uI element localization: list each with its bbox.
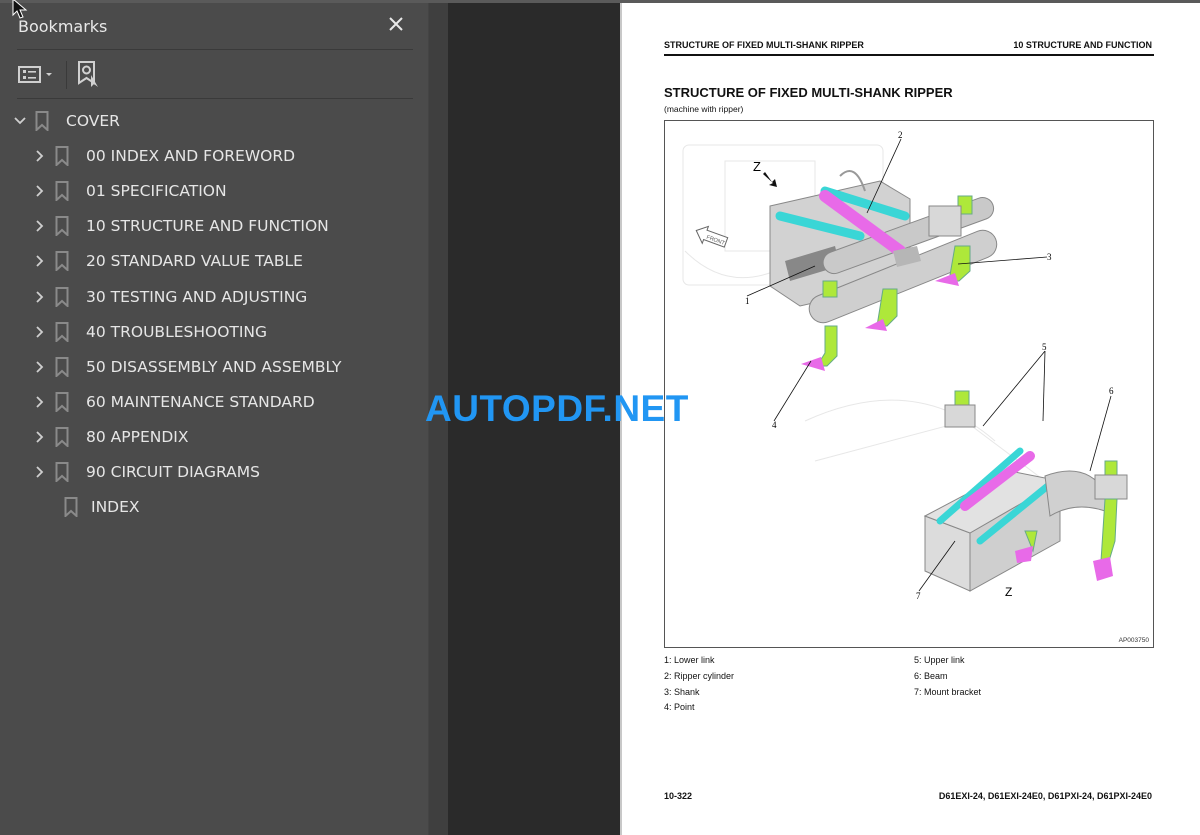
bookmark-item[interactable]: 20 STANDARD VALUE TABLE bbox=[33, 247, 303, 275]
close-panel-button[interactable] bbox=[386, 16, 406, 36]
divider bbox=[17, 98, 413, 99]
bookmark-icon bbox=[55, 321, 69, 343]
bookmark-label: 00 INDEX AND FOREWORD bbox=[86, 147, 296, 166]
callout-2: 2 bbox=[898, 130, 903, 140]
ripper-illustration: Z FRONT 1 2 3 4 5 6 7 Z bbox=[682, 130, 1128, 601]
bookmark-icon bbox=[55, 286, 69, 308]
bookmark-item[interactable]: 50 DISASSEMBLY AND ASSEMBLY bbox=[33, 353, 342, 381]
pdf-page: STRUCTURE OF FIXED MULTI-SHANK RIPPER 10… bbox=[620, 3, 1200, 835]
expander-placeholder bbox=[42, 500, 56, 514]
chevron-right-icon[interactable] bbox=[33, 219, 47, 233]
bookmark-item[interactable]: 80 APPENDIX bbox=[33, 423, 188, 451]
bookmark-icon bbox=[55, 216, 69, 238]
lower-ripper-assembly bbox=[923, 390, 1128, 592]
callout-1: 1 bbox=[745, 296, 750, 306]
bookmark-icon bbox=[55, 146, 69, 168]
page-subtitle: (machine with ripper) bbox=[664, 104, 744, 114]
legend-item: 7: Mount bracket bbox=[914, 686, 982, 697]
callout-3: 3 bbox=[1047, 252, 1052, 262]
bookmark-label: INDEX bbox=[91, 498, 140, 517]
divider bbox=[17, 49, 413, 50]
page-title: STRUCTURE OF FIXED MULTI-SHANK RIPPER bbox=[664, 85, 953, 100]
chevron-right-icon[interactable] bbox=[33, 430, 47, 444]
chevron-right-icon[interactable] bbox=[33, 254, 47, 268]
chevron-right-icon[interactable] bbox=[33, 360, 47, 374]
bookmark-icon bbox=[55, 391, 69, 414]
ripper-diagram: Z FRONT 1 2 3 4 5 6 7 Z AP003750 bbox=[664, 120, 1154, 648]
bookmark-item[interactable]: INDEX bbox=[42, 493, 140, 521]
bookmark-icon bbox=[55, 251, 69, 273]
legend-item: 6: Beam bbox=[914, 670, 948, 681]
bookmark-label: 30 TESTING AND ADJUSTING bbox=[86, 287, 308, 306]
figure-id: AP003750 bbox=[1118, 637, 1149, 644]
bookmark-label: 90 CIRCUIT DIAGRAMS bbox=[86, 463, 260, 481]
bookmark-label: COVER bbox=[66, 112, 120, 130]
chevron-right-icon[interactable] bbox=[33, 149, 47, 163]
bookmark-label: 10 STRUCTURE AND FUNCTION bbox=[86, 217, 329, 236]
bookmark-label: 20 STANDARD VALUE TABLE bbox=[86, 252, 303, 271]
bookmark-item[interactable]: 60 MAINTENANCE STANDARD bbox=[33, 388, 315, 416]
bookmark-item[interactable]: 90 CIRCUIT DIAGRAMS bbox=[33, 458, 260, 486]
callout-7: 7 bbox=[916, 591, 921, 601]
bookmark-icon bbox=[55, 181, 69, 203]
bookmark-item[interactable]: 00 INDEX AND FOREWORD bbox=[33, 142, 295, 170]
legend-item: 4: Point bbox=[664, 702, 695, 713]
chevron-right-icon[interactable] bbox=[33, 325, 47, 339]
chevron-right-icon[interactable] bbox=[33, 465, 47, 479]
toolbar-separator bbox=[66, 61, 67, 89]
legend-item: 1: Lower link bbox=[664, 655, 715, 665]
bookmark-icon bbox=[64, 497, 78, 519]
options-menu-button[interactable] bbox=[18, 61, 58, 89]
bookmark-icon bbox=[55, 426, 69, 449]
chevron-right-icon[interactable] bbox=[33, 184, 47, 198]
model-list: D61EXI-24, D61EXI-24E0, D61PXI-24, D61PX… bbox=[938, 791, 1152, 801]
bookmark-item[interactable]: 40 TROUBLESHOOTING bbox=[33, 318, 267, 346]
bookmark-icon bbox=[55, 462, 69, 484]
callout-6: 6 bbox=[1109, 386, 1114, 396]
bookmark-item[interactable]: COVER bbox=[13, 107, 120, 135]
bookmark-label: 60 MAINTENANCE STANDARD bbox=[86, 392, 315, 411]
panel-title: Bookmarks bbox=[18, 17, 108, 36]
legend-item: 3: Shank bbox=[664, 686, 700, 697]
bookmark-item[interactable]: 30 TESTING AND ADJUSTING bbox=[33, 283, 307, 311]
bookmark-icon bbox=[35, 111, 49, 133]
mouse-cursor-icon bbox=[12, 0, 28, 19]
running-header-right: 10 STRUCTURE AND FUNCTION bbox=[1013, 40, 1152, 50]
page-number: 10-322 bbox=[664, 791, 693, 801]
bookmark-label: 40 TROUBLESHOOTING bbox=[86, 322, 268, 341]
find-current-bookmark-icon bbox=[78, 61, 98, 87]
bookmark-label: 80 APPENDIX bbox=[86, 427, 189, 446]
callout-5: 5 bbox=[1042, 342, 1047, 352]
callout-4: 4 bbox=[772, 420, 777, 430]
bookmark-icon bbox=[55, 356, 69, 378]
bookmark-label: 50 DISASSEMBLY AND ASSEMBLY bbox=[86, 357, 342, 376]
chevron-right-icon[interactable] bbox=[33, 290, 47, 304]
running-header-left: STRUCTURE OF FIXED MULTI-SHANK RIPPER bbox=[664, 40, 864, 50]
bookmarks-panel: Bookmarks COVER 00 INDEX AND FOREWORD 01 S… bbox=[0, 3, 428, 835]
chevron-right-icon[interactable] bbox=[33, 395, 47, 409]
chevron-down-icon[interactable] bbox=[13, 114, 27, 128]
header-rule bbox=[664, 54, 1154, 56]
list-options-icon bbox=[18, 66, 52, 83]
find-current-bookmark-button[interactable] bbox=[76, 59, 104, 89]
bookmark-label: 01 SPECIFICATION bbox=[86, 182, 227, 201]
watermark-text: AUTOPDF.NET bbox=[425, 388, 689, 429]
bookmark-item[interactable]: 10 STRUCTURE AND FUNCTION bbox=[33, 212, 329, 240]
view-label-z-top: Z bbox=[753, 159, 761, 174]
legend-item: 2: Ripper cylinder bbox=[664, 670, 735, 681]
legend-item: 5: Upper link bbox=[914, 655, 965, 665]
view-label-z-bottom: Z bbox=[1005, 585, 1012, 599]
bookmark-item[interactable]: 01 SPECIFICATION bbox=[33, 177, 227, 205]
front-arrow-icon: FRONT bbox=[695, 225, 729, 248]
view-arrow-icon bbox=[763, 172, 777, 187]
close-icon bbox=[389, 17, 403, 31]
